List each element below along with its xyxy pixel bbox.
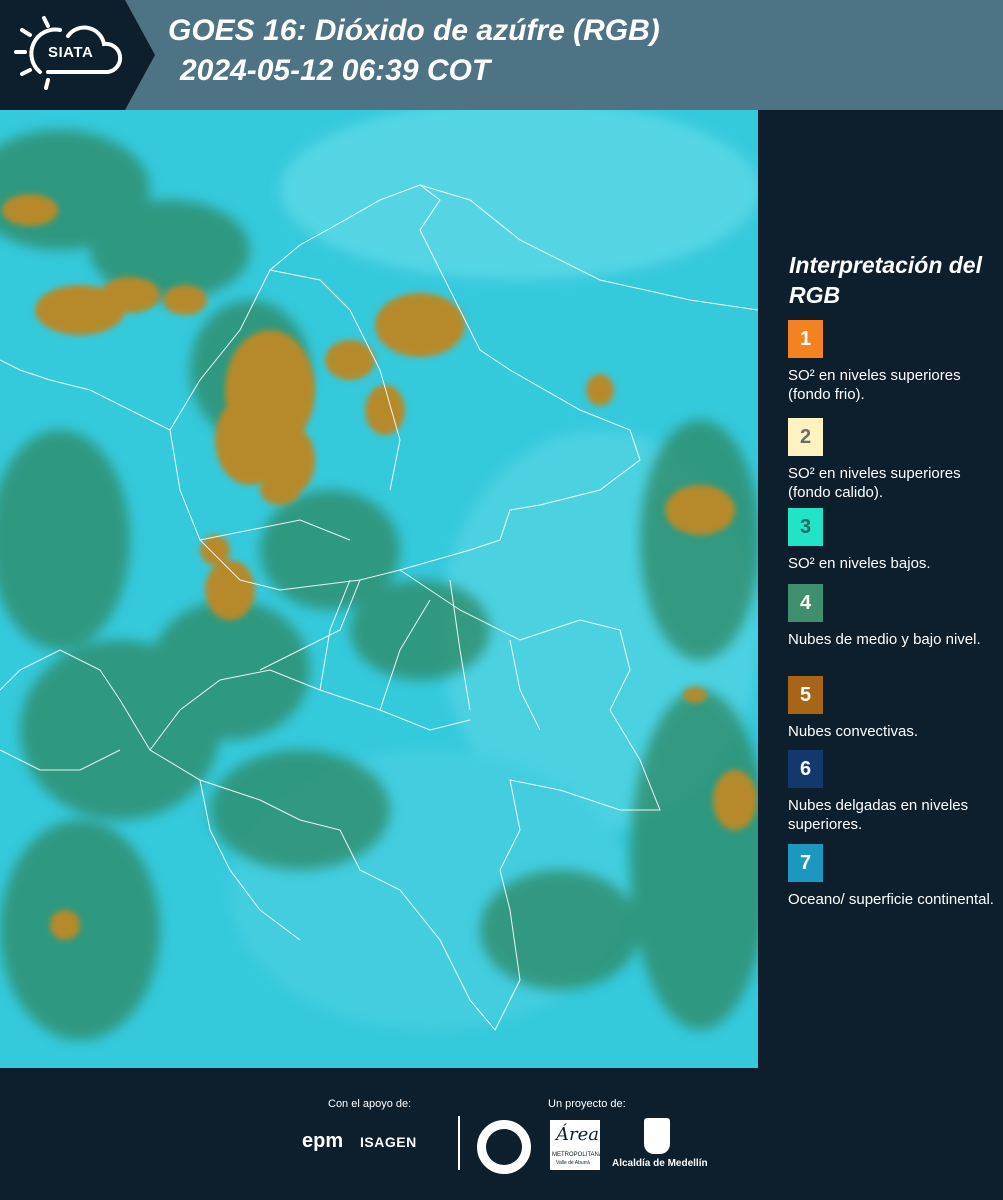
support-label: Con el apoyo de: (328, 1098, 412, 1110)
footer-divider (458, 1116, 460, 1170)
page-title: GOES 16: Dióxido de azúfre (RGB) (168, 14, 660, 47)
footer: Con el apoyo de: Un proyecto de: epm ISA… (0, 1068, 1003, 1200)
legend-swatch-7: 7 (788, 844, 823, 882)
legend-swatch-5: 5 (788, 676, 823, 714)
header: SIATA GOES 16: Dióxido de azúfre (RGB) 2… (0, 0, 1003, 110)
project-label: Un proyecto de: (548, 1098, 626, 1110)
area-logo-sub: METROPOLITANA (552, 1152, 603, 1158)
area-metropolitana-logo: Área METROPOLITANA Valle de Aburrá (550, 1120, 603, 1170)
map-image (0, 110, 758, 1068)
legend-item-2: 2 SO² en niveles superiores (fondo calid… (788, 418, 998, 502)
legend-item-3: 3 SO² en niveles bajos. (788, 508, 998, 573)
legend-item-1: 1 SO² en niveles superiores (fondo frio)… (788, 320, 998, 404)
satellite-map[interactable] (0, 110, 758, 1068)
alcaldia-label: Alcaldía de Medellín (612, 1158, 708, 1169)
seal-inner (486, 1129, 522, 1165)
legend-panel: Interpretación del RGB 1 SO² en niveles … (758, 110, 1003, 1068)
legend-desc-7: Oceano/ superficie continental. (788, 891, 994, 908)
siata-logo: SIATA (0, 0, 155, 110)
legend-desc-6: Nubes delgadas en niveles superiores. (788, 797, 969, 833)
legend-item-6: 6 Nubes delgadas en niveles superiores. (788, 750, 998, 834)
medellin-seal-logo (477, 1120, 531, 1174)
legend-swatch-1: 1 (788, 320, 823, 358)
epm-logo: epm (302, 1130, 344, 1152)
alcaldia-shield-icon (644, 1118, 670, 1154)
legend-item-5: 5 Nubes convectivas. (788, 676, 998, 741)
legend-title: Interpretación del RGB (789, 252, 982, 308)
legend-desc-5: Nubes convectivas. (788, 723, 919, 740)
legend-desc-3: SO² en niveles bajos. (788, 555, 931, 572)
legend-item-4: 4 Nubes de medio y bajo nivel. (788, 584, 998, 649)
legend-swatch-6: 6 (788, 750, 823, 788)
logo-text: SIATA (48, 44, 94, 61)
area-logo-name: Área (556, 1124, 599, 1145)
legend-swatch-3: 3 (788, 508, 823, 546)
area-logo-sub2: Valle de Aburrá (556, 1160, 590, 1166)
legend-desc-2: SO² en niveles superiores (fondo calido)… (788, 465, 961, 501)
legend-desc-1: SO² en niveles superiores (fondo frio). (788, 367, 961, 403)
legend-item-7: 7 Oceano/ superficie continental. (788, 844, 998, 909)
timestamp: 2024-05-12 06:39 COT (180, 54, 491, 87)
legend-swatch-2: 2 (788, 418, 823, 456)
isagen-logo: ISAGEN (360, 1134, 417, 1150)
legend-swatch-4: 4 (788, 584, 823, 622)
legend-desc-4: Nubes de medio y bajo nivel. (788, 631, 981, 648)
